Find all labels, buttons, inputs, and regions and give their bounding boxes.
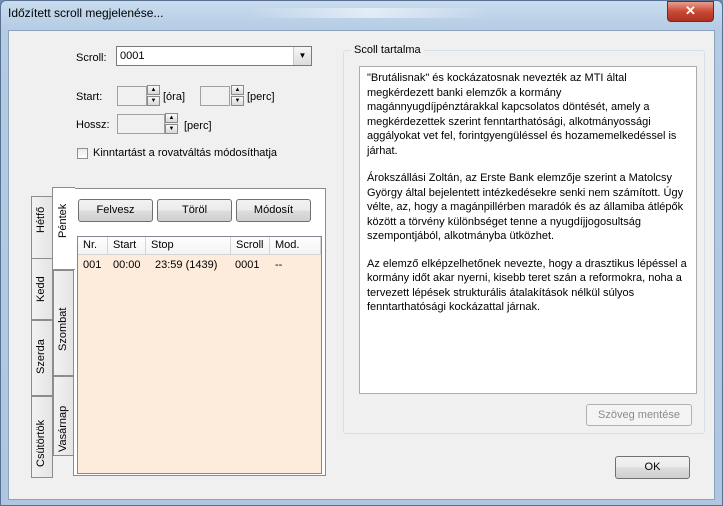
- column-header-start[interactable]: Start: [108, 237, 146, 255]
- close-button[interactable]: ✕: [667, 1, 714, 22]
- ok-button[interactable]: OK: [615, 456, 690, 479]
- tab-vasarnap[interactable]: Vasárnap: [53, 376, 74, 456]
- cell-stop: 23:59 (1439): [155, 259, 218, 271]
- spin-up-icon[interactable]: ▲: [165, 113, 178, 123]
- column-header-stop[interactable]: Stop: [146, 237, 231, 255]
- rovatvaltas-checkbox-label: Kinntartást a rovatváltás módosíthatja: [93, 147, 278, 159]
- schedule-list[interactable]: Nr. Start Stop Scroll Mod. 001 00:00 23:…: [77, 236, 322, 474]
- scroll-select-value: 0001: [120, 50, 145, 62]
- cell-scroll: 0001: [235, 259, 260, 271]
- hour-unit-label: [óra]: [163, 91, 186, 103]
- scroll-select[interactable]: 0001 ▼: [116, 46, 312, 66]
- column-header-mod[interactable]: Mod.: [270, 237, 321, 255]
- minute-unit-label: [perc]: [247, 91, 275, 103]
- chevron-down-icon[interactable]: ▼: [293, 47, 311, 65]
- spin-up-icon[interactable]: ▲: [147, 85, 160, 95]
- tab-szerda-label: Szerda: [35, 339, 47, 374]
- content-group-title: Scoll tartalma: [351, 44, 424, 56]
- tab-szerda[interactable]: Szerda: [31, 320, 53, 396]
- duration-input[interactable]: [117, 114, 165, 134]
- start-label: Start:: [76, 91, 103, 103]
- duration-label: Hossz:: [76, 119, 110, 131]
- tab-pentek[interactable]: Péntek: [52, 187, 75, 270]
- cell-start: 00:00: [113, 259, 141, 271]
- content-paragraph: Árokszállási Zoltán, az Erste Bank elemz…: [367, 172, 684, 242]
- tab-csutortok[interactable]: Csütörtök: [31, 396, 53, 478]
- spin-down-icon[interactable]: ▼: [147, 96, 160, 106]
- background-title-blur: [250, 8, 490, 18]
- rovatvaltas-checkbox[interactable]: [77, 148, 88, 159]
- torol-button[interactable]: Töröl: [157, 199, 232, 222]
- start-minute-input[interactable]: [200, 86, 230, 106]
- column-header-nr[interactable]: Nr.: [78, 237, 108, 255]
- cell-mod: --: [275, 259, 283, 271]
- tab-csutortok-label: Csütörtök: [35, 419, 47, 467]
- spin-down-icon[interactable]: ▼: [231, 96, 244, 106]
- tab-hetfo-label: Hétfő: [35, 206, 47, 233]
- duration-spinner[interactable]: ▲ ▼: [165, 113, 178, 135]
- tab-kedd-label: Kedd: [35, 276, 47, 302]
- save-text-button[interactable]: Szöveg mentése: [586, 404, 692, 426]
- felvesz-button[interactable]: Felvesz: [78, 199, 153, 222]
- modosit-button[interactable]: Módosít: [236, 199, 311, 222]
- tab-vasarnap-label: Vasárnap: [57, 405, 69, 452]
- spin-down-icon[interactable]: ▼: [165, 124, 178, 134]
- tab-szombat-label: Szombat: [57, 307, 69, 351]
- scroll-content-textarea[interactable]: "Brutálisnak" és kockázatosnak nevezték …: [359, 66, 697, 394]
- tab-szombat[interactable]: Szombat: [53, 270, 74, 376]
- start-minute-spinner[interactable]: ▲ ▼: [231, 85, 244, 107]
- start-hour-input[interactable]: [117, 86, 147, 106]
- tab-kedd[interactable]: Kedd: [31, 258, 53, 320]
- tab-pentek-label: Péntek: [57, 203, 69, 238]
- scroll-label: Scroll:: [76, 52, 107, 64]
- start-hour-spinner[interactable]: ▲ ▼: [147, 85, 160, 107]
- content-paragraph: "Brutálisnak" és kockázatosnak nevezték …: [367, 72, 677, 157]
- table-row[interactable]: 001 00:00 23:59 (1439) 0001 --: [78, 255, 321, 273]
- column-header-scroll[interactable]: Scroll: [231, 237, 270, 255]
- spin-up-icon[interactable]: ▲: [231, 85, 244, 95]
- window-title: Időzített scroll megjelenése...: [8, 6, 164, 20]
- cell-nr: 001: [83, 259, 102, 271]
- duration-unit-label: [perc]: [184, 120, 212, 132]
- content-paragraph: Az elemző elképzelhetőnek nevezte, hogy …: [367, 257, 687, 314]
